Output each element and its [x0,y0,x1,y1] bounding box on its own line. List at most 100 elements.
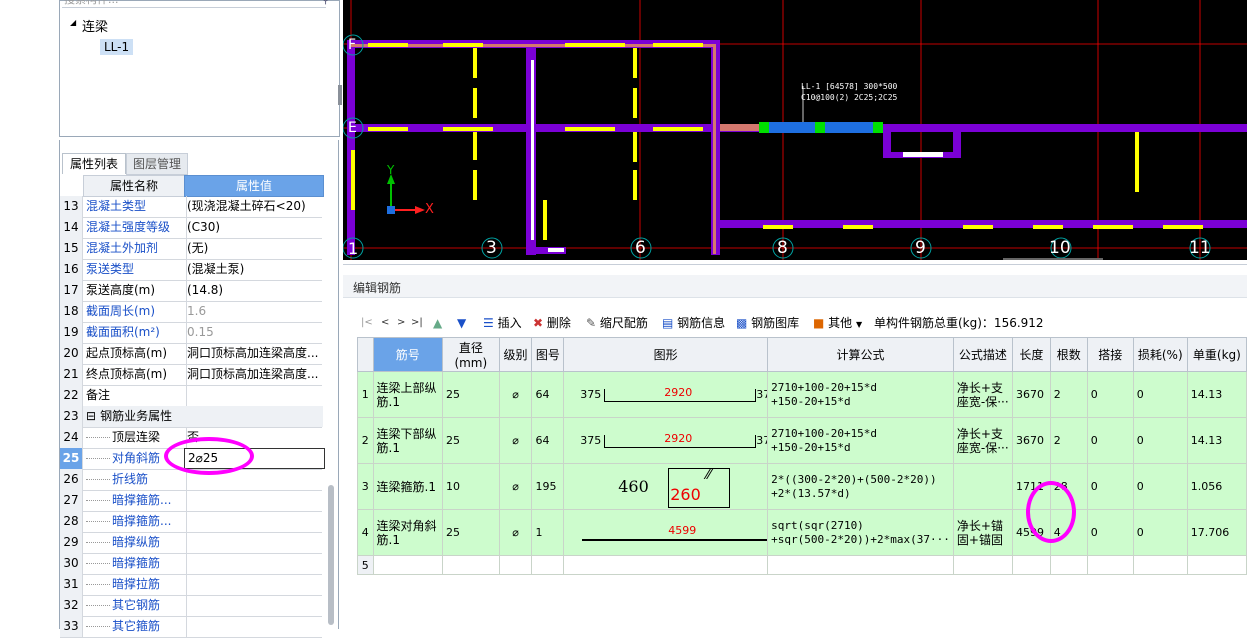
insert-button[interactable]: ☰ 插入 [483,315,522,331]
cell-diameter[interactable]: 25 [442,417,500,464]
cell-lap[interactable]: 0 [1086,463,1134,510]
cell-shape[interactable] [563,555,769,575]
cell-lap[interactable]: 0 [1086,509,1134,556]
other-button[interactable]: ■ 其他 ▼ [813,315,862,331]
col-header-grade[interactable]: 级别 [498,337,533,372]
prop-row[interactable]: 16 泵送类型 (混凝土泵) [60,259,322,281]
cell-desc[interactable]: 净长+锚固+锚固 [952,509,1013,556]
prop-row[interactable]: 28 暗撑箍筋... [60,511,322,533]
cell-count[interactable] [1049,555,1088,575]
prop-row[interactable]: 14 混凝土强度等级 (C30) [60,217,322,239]
prop-row[interactable]: 29 暗撑纵筋 [60,532,322,554]
prop-row[interactable]: 22 备注 [60,385,322,407]
move-down-icon[interactable]: ▼ [457,315,466,331]
cell-loss[interactable]: 0 [1132,371,1188,418]
cell-lap[interactable] [1086,555,1134,575]
row-index[interactable]: 1 [357,371,374,418]
cell-name[interactable]: 连梁箍筋.1 [372,463,444,510]
cell-figure[interactable]: 1 [531,509,565,556]
cell-name[interactable]: 连梁上部纵筋.1 [372,371,444,418]
table-row[interactable]: 5 [357,555,1247,575]
table-row[interactable]: 1连梁上部纵筋.125⌀6437529203752710+100-20+15*d… [357,371,1247,418]
prop-row-value[interactable] [184,574,323,595]
cell-diameter[interactable]: 25 [442,509,500,556]
nav-next-button[interactable]: > [397,315,405,331]
cell-diameter[interactable] [442,555,500,575]
cell-length[interactable]: 3670 [1011,371,1051,418]
cell-formula[interactable]: 2710+100-20+15*d +150-20+15*d [767,371,954,418]
cell-shape[interactable]: 4599 [563,509,769,556]
nav-prev-button[interactable]: < [381,315,389,331]
prop-row-value[interactable]: (14.8) [184,280,323,301]
col-header-name[interactable]: 筋号 [372,337,444,372]
cell-shape[interactable]: 375 2920 375 [563,417,769,464]
cell-count[interactable]: 2 [1049,371,1088,418]
cell-formula[interactable]: 2*((300-2*20)+(500-2*20)) +2*(13.57*d) [767,463,954,510]
cell-name[interactable] [372,555,444,575]
cell-loss[interactable]: 0 [1132,463,1188,510]
prop-row[interactable]: 19 截面面积(m²) 0.15 [60,322,322,344]
delete-button[interactable]: ✖ 删除 [533,315,571,331]
row-index[interactable]: 2 [357,417,374,464]
prop-row-value[interactable]: (混凝土泵) [184,259,323,280]
prop-row[interactable]: 23 ⊟ 钢筋业务属性 [60,406,323,428]
cell-diameter[interactable]: 10 [442,463,500,510]
cell-shape[interactable]: 375 2920 375 [563,371,769,418]
cad-drawing-view[interactable]: F E 1 3 6 8 9 10 11 LL-1 [64578] 300*500… [343,0,1247,260]
tree-collapse-icon[interactable]: ◢ [70,18,76,27]
cell-desc[interactable]: 净长+支座宽-保··· [952,417,1013,464]
prop-row[interactable]: 17 泵送高度(m) (14.8) [60,280,322,302]
cell-grade[interactable] [498,555,533,575]
prop-row[interactable]: 20 起点顶标高(m) 洞口顶标高加连梁高度... [60,343,322,365]
cell-grade[interactable]: ⌀ [498,371,533,418]
prop-row-value[interactable]: 0.15 [184,322,323,343]
table-row[interactable]: 4 连梁对角斜筋.1 25 ⌀ 1 4599 sqrt(sqr(2710) +sqr(500-… [357,509,1247,556]
cell-count[interactable]: 2 [1049,417,1088,464]
scale-rebar-button[interactable]: ✎ 缩尺配筋 [586,315,648,331]
cell-weight[interactable]: 17.706 [1186,509,1247,556]
prop-row[interactable]: 33 其它箍筋 [60,616,322,638]
col-header-weight[interactable]: 单重(kg) [1186,337,1247,372]
cell-grade[interactable]: ⌀ [498,463,533,510]
cell-length[interactable] [1011,555,1051,575]
cell-weight[interactable]: 14.13 [1186,417,1247,464]
search-icon[interactable]: ⚲ [322,0,329,6]
cell-loss[interactable]: 0 [1132,417,1188,464]
prop-row-value[interactable] [184,553,323,574]
cell-figure[interactable]: 64 [531,417,565,464]
col-header-count[interactable]: 根数 [1049,337,1088,372]
cell-name[interactable]: 连梁对角斜筋.1 [372,509,444,556]
cell-grade[interactable]: ⌀ [498,417,533,464]
cell-lap[interactable]: 0 [1086,417,1134,464]
cell-desc[interactable]: 净长+支座宽-保··· [952,371,1013,418]
col-header-shape[interactable]: 图形 [563,337,769,372]
prop-row-value[interactable]: 洞口顶标高加连梁高度... [184,343,323,364]
prop-row-value[interactable] [184,490,323,511]
table-row[interactable]: 3 连梁箍筋.1 10 ⌀ 195 460 ⁄⁄ 260 2*((300-2*20)+(500-… [357,463,1247,510]
col-header-dia[interactable]: 直径(mm) [442,337,500,372]
prop-row-value[interactable] [184,511,323,532]
prop-row-value[interactable] [184,616,323,637]
cell-diameter[interactable]: 25 [442,371,500,418]
cell-formula[interactable] [767,555,954,575]
cell-formula[interactable]: sqrt(sqr(2710) +sqr(500-2*20))+2*max(37··… [767,509,954,556]
cell-desc[interactable] [952,555,1013,575]
table-row[interactable]: 2连梁下部纵筋.125⌀6437529203752710+100-20+15*d… [357,417,1247,464]
search-input[interactable]: 搜索构件... [62,0,326,8]
row-index[interactable]: 4 [357,509,374,556]
prop-row[interactable]: 31 暗撑拉筋 [60,574,322,596]
col-header-desc[interactable]: 公式描述 [952,337,1013,372]
cell-lap[interactable]: 0 [1086,371,1134,418]
cell-length[interactable]: 3670 [1011,417,1051,464]
row-index[interactable]: 3 [357,463,374,510]
prop-row[interactable]: 18 截面周长(m) 1.6 [60,301,322,323]
prop-row-value[interactable]: (现浇混凝土碎石<20) [184,196,323,217]
prop-row[interactable]: 27 暗撑箍筋... [60,490,322,512]
col-header-length[interactable]: 长度 [1011,337,1051,372]
nav-last-button[interactable]: >| [411,315,423,331]
prop-row-value[interactable]: 1.6 [184,301,323,322]
prop-row-value[interactable]: (C30) [184,217,323,238]
prop-scrollbar[interactable] [328,485,334,625]
cell-weight[interactable] [1186,555,1247,575]
splitter-handle[interactable] [338,85,342,105]
